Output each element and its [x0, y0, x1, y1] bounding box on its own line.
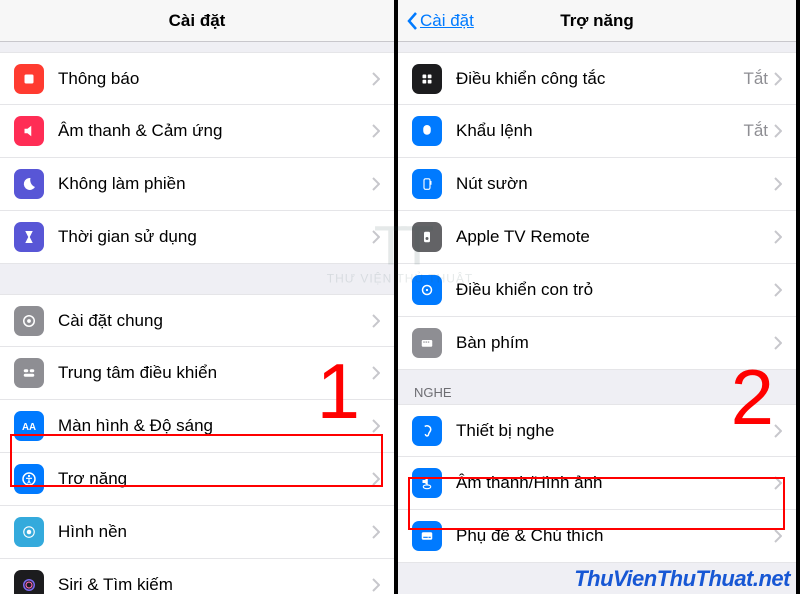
chevron-right-icon	[372, 578, 380, 592]
row-switch-control[interactable]: Điều khiển công tắc Tắt	[398, 52, 796, 105]
hearing-icon	[412, 416, 442, 446]
accessibility-icon	[14, 464, 44, 494]
chevron-right-icon	[372, 472, 380, 486]
row-label: Nút sườn	[456, 174, 774, 194]
row-label: Cài đặt chung	[58, 311, 372, 331]
back-label: Cài đặt	[420, 11, 474, 31]
header: Cài đặt	[0, 0, 394, 42]
chevron-right-icon	[774, 424, 782, 438]
accessibility-screen: Cài đặt Trợ năng Điều khiển công tắc Tắt…	[398, 0, 796, 594]
settings-screen: Cài đặt Thông báo Âm thanh & Cảm ứng Khô…	[0, 0, 398, 594]
page-title: Trợ năng	[560, 11, 633, 31]
row-accessibility[interactable]: Trợ năng	[0, 453, 394, 506]
row-hearing-devices[interactable]: Thiết bị nghe	[398, 404, 796, 457]
row-siri[interactable]: Siri & Tìm kiếm	[0, 559, 394, 594]
row-label: Điều khiển con trỏ	[456, 280, 774, 300]
row-label: Apple TV Remote	[456, 227, 774, 247]
audiovisual-icon	[412, 468, 442, 498]
row-label: Điều khiển công tắc	[456, 69, 743, 89]
row-label: Phụ đề & Chú thích	[456, 526, 774, 546]
header: Cài đặt Trợ năng	[398, 0, 796, 42]
siri-icon	[14, 570, 44, 594]
chevron-right-icon	[372, 525, 380, 539]
row-label: Thời gian sử dụng	[58, 227, 372, 247]
row-voice-control[interactable]: Khẩu lệnh Tắt	[398, 105, 796, 158]
chevron-right-icon	[774, 283, 782, 297]
chevron-right-icon	[372, 314, 380, 328]
moon-icon	[14, 169, 44, 199]
row-label: Trung tâm điều khiển	[58, 363, 372, 383]
voice-control-icon	[412, 116, 442, 146]
sound-icon	[14, 116, 44, 146]
row-subtitles[interactable]: Phụ đề & Chú thích	[398, 510, 796, 563]
notification-icon	[14, 64, 44, 94]
row-label: Âm thanh & Cảm ứng	[58, 121, 372, 141]
row-value: Tắt	[743, 121, 768, 141]
row-sound[interactable]: Âm thanh & Cảm ứng	[0, 105, 394, 158]
row-label: Âm thanh/Hình ảnh	[456, 473, 774, 493]
chevron-right-icon	[774, 476, 782, 490]
back-button[interactable]: Cài đặt	[406, 11, 474, 31]
display-icon: AA	[14, 411, 44, 441]
chevron-right-icon	[774, 72, 782, 86]
row-label: Không làm phiền	[58, 174, 372, 194]
side-button-icon	[412, 169, 442, 199]
chevron-right-icon	[372, 230, 380, 244]
keyboard-icon	[412, 328, 442, 358]
chevron-right-icon	[774, 529, 782, 543]
watermark-text: ThuVienThuThuat.net	[574, 566, 790, 592]
row-notifications[interactable]: Thông báo	[0, 52, 394, 105]
wallpaper-icon	[14, 517, 44, 547]
settings-group-1: Thông báo Âm thanh & Cảm ứng Không làm p…	[0, 52, 394, 264]
row-screentime[interactable]: Thời gian sử dụng	[0, 211, 394, 264]
page-title: Cài đặt	[169, 11, 226, 31]
svg-text:AA: AA	[22, 422, 36, 433]
section-label-hearing: NGHE	[398, 370, 796, 404]
row-label: Hình nền	[58, 522, 372, 542]
row-label: Thông báo	[58, 69, 372, 89]
chevron-right-icon	[372, 366, 380, 380]
row-wallpaper[interactable]: Hình nền	[0, 506, 394, 559]
settings-group-2: Cài đặt chung Trung tâm điều khiển AA Mà…	[0, 294, 394, 594]
gear-icon	[14, 306, 44, 336]
apple-tv-icon	[412, 222, 442, 252]
row-label: Trợ năng	[58, 469, 372, 489]
row-display[interactable]: AA Màn hình & Độ sáng	[0, 400, 394, 453]
pointer-icon	[412, 275, 442, 305]
row-keyboard[interactable]: Bàn phím	[398, 317, 796, 370]
row-label: Khẩu lệnh	[456, 121, 743, 141]
chevron-right-icon	[774, 177, 782, 191]
row-label: Bàn phím	[456, 333, 774, 353]
hourglass-icon	[14, 222, 44, 252]
switch-control-icon	[412, 64, 442, 94]
row-dnd[interactable]: Không làm phiền	[0, 158, 394, 211]
row-value: Tắt	[743, 69, 768, 89]
chevron-left-icon	[406, 11, 418, 31]
chevron-right-icon	[774, 124, 782, 138]
row-apple-tv[interactable]: Apple TV Remote	[398, 211, 796, 264]
row-side-button[interactable]: Nút sườn	[398, 158, 796, 211]
chevron-right-icon	[372, 72, 380, 86]
chevron-right-icon	[372, 177, 380, 191]
chevron-right-icon	[774, 336, 782, 350]
chevron-right-icon	[372, 124, 380, 138]
accessibility-group-1: Điều khiển công tắc Tắt Khẩu lệnh Tắt Nú…	[398, 52, 796, 370]
accessibility-group-hearing: Thiết bị nghe Âm thanh/Hình ảnh Phụ đề &…	[398, 404, 796, 563]
control-center-icon	[14, 358, 44, 388]
subtitle-icon	[412, 521, 442, 551]
row-label: Siri & Tìm kiếm	[58, 575, 372, 594]
row-audiovisual[interactable]: Âm thanh/Hình ảnh	[398, 457, 796, 510]
row-control-center[interactable]: Trung tâm điều khiển	[0, 347, 394, 400]
chevron-right-icon	[774, 230, 782, 244]
chevron-right-icon	[372, 419, 380, 433]
row-label: Thiết bị nghe	[456, 421, 774, 441]
row-pointer[interactable]: Điều khiển con trỏ	[398, 264, 796, 317]
row-general[interactable]: Cài đặt chung	[0, 294, 394, 347]
row-label: Màn hình & Độ sáng	[58, 416, 372, 436]
